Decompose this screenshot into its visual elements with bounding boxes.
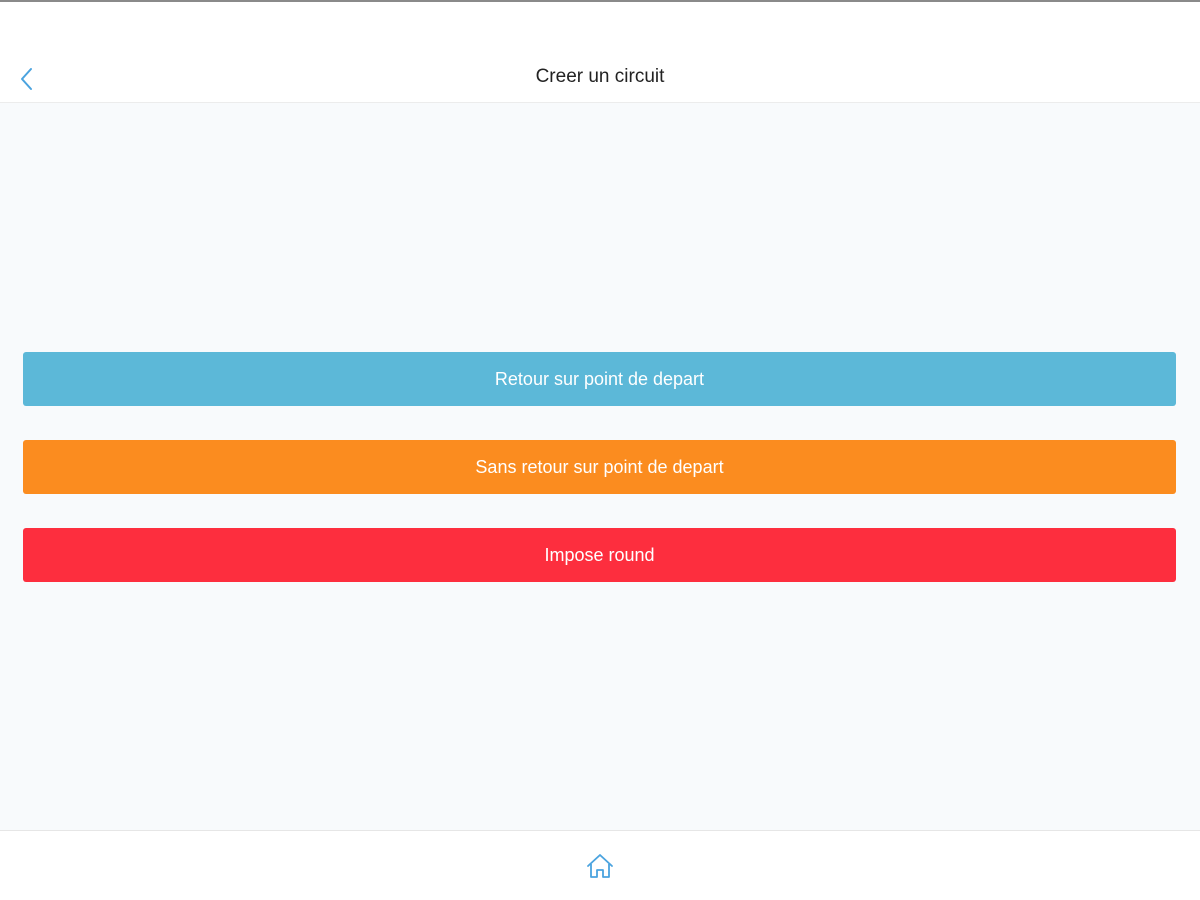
page-title: Creer un circuit bbox=[535, 66, 665, 87]
navigation-bar: Creer un circuit bbox=[0, 2, 1200, 103]
return-to-start-button[interactable]: Retour sur point de depart bbox=[23, 352, 1176, 406]
no-return-to-start-button[interactable]: Sans retour sur point de depart bbox=[23, 440, 1176, 494]
home-icon bbox=[587, 854, 613, 878]
imposed-round-button[interactable]: Impose round bbox=[23, 528, 1176, 582]
app-screen: Creer un circuit Retour sur point de dep… bbox=[0, 0, 1200, 900]
home-button[interactable] bbox=[583, 849, 617, 883]
tab-bar bbox=[0, 830, 1200, 900]
main-content: Retour sur point de depart Sans retour s… bbox=[0, 103, 1200, 830]
